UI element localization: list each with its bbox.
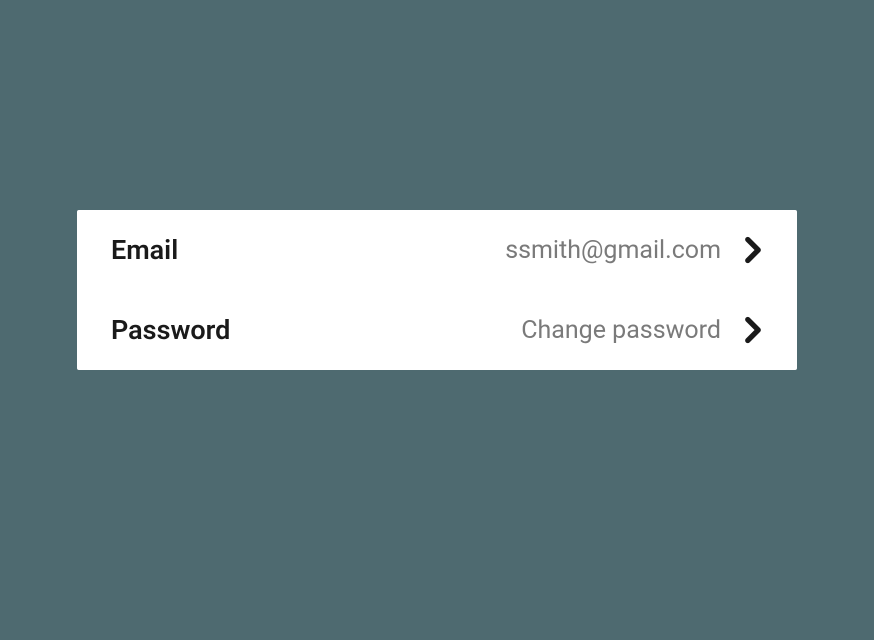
password-value: Change password <box>230 316 721 345</box>
email-label: Email <box>111 234 178 266</box>
chevron-right-icon <box>739 236 767 264</box>
chevron-right-icon <box>739 316 767 344</box>
email-value: ssmith@gmail.com <box>178 236 721 265</box>
settings-row-password[interactable]: Password Change password <box>77 290 797 370</box>
password-label: Password <box>111 314 230 346</box>
account-settings-card: Email ssmith@gmail.com Password Change p… <box>77 210 797 370</box>
settings-row-email[interactable]: Email ssmith@gmail.com <box>77 210 797 290</box>
